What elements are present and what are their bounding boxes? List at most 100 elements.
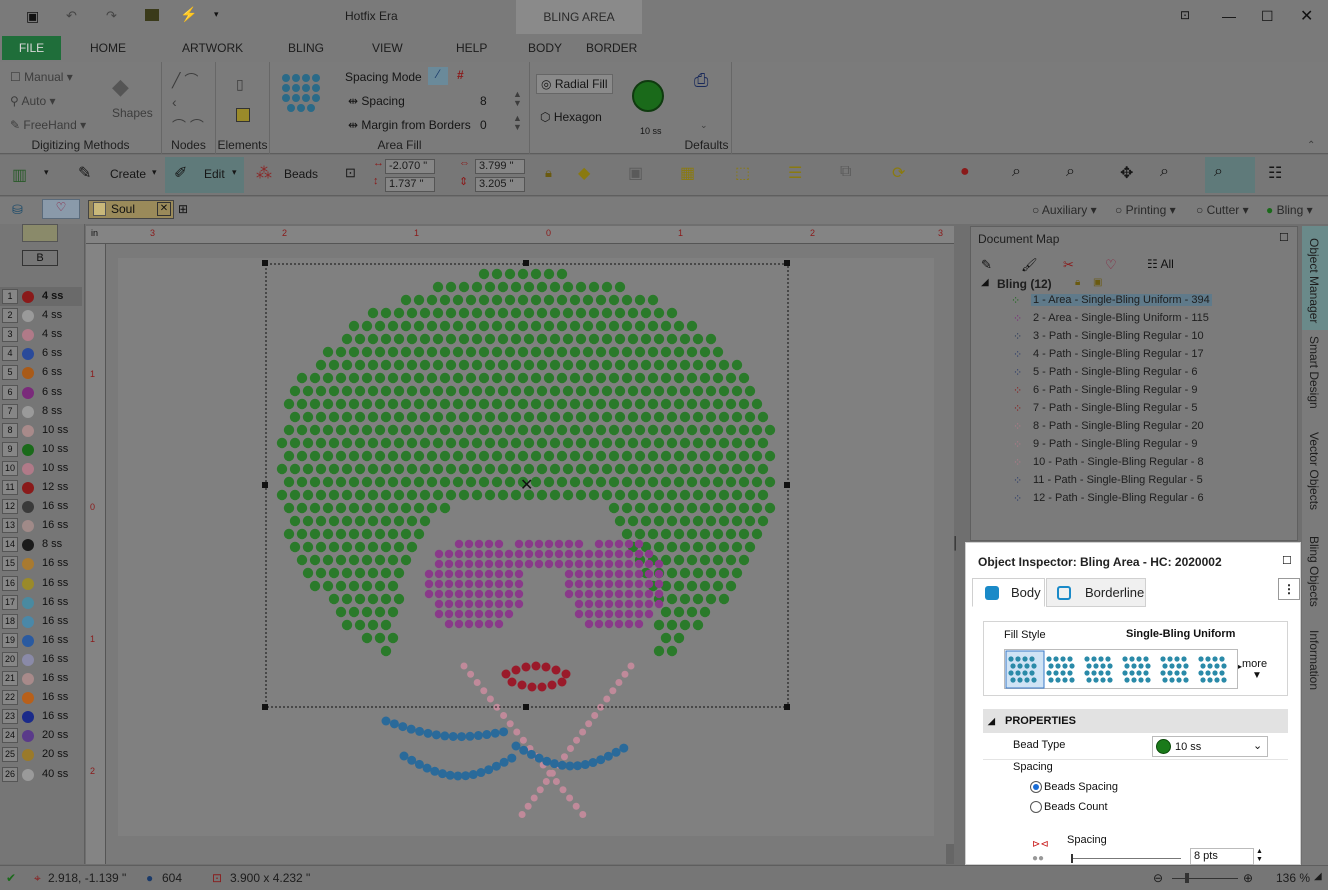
tab-file[interactable]: FILE <box>2 36 61 60</box>
cutter-filter[interactable]: ○ Cutter ▾ <box>1196 203 1249 217</box>
palette-row[interactable]: 12 16 ss <box>0 497 82 516</box>
spacing-mode-line-icon[interactable]: ⁄ <box>428 67 448 85</box>
palette-row[interactable]: 25 20 ss <box>0 745 82 764</box>
filter-all-button[interactable]: ☷ All <box>1147 257 1174 271</box>
document-map-item[interactable]: ⁘ 3 - Path - Single-Bling Regular - 10 <box>1013 330 1204 343</box>
area-fill-beads-icon[interactable] <box>278 70 328 120</box>
document-map-item[interactable]: ⁘ 1 - Area - Single-Bling Uniform - 394 <box>1011 294 1212 307</box>
auto-button[interactable]: ⚲ Auto ▾ <box>10 94 56 108</box>
beads-button[interactable]: Beads <box>284 167 318 181</box>
side-tab-information[interactable]: Information <box>1307 630 1321 690</box>
palette-row[interactable]: 19 16 ss <box>0 631 82 650</box>
defaults-save-icon[interactable]: ⎙ <box>694 70 708 91</box>
layout-dropdown-icon[interactable]: ▾ <box>44 167 49 178</box>
palette-row[interactable]: 11 12 ss <box>0 478 82 497</box>
shapes-button[interactable]: Shapes <box>112 106 153 120</box>
bling-group-label[interactable]: Bling (12) <box>997 277 1052 291</box>
bead-color-icon[interactable] <box>632 80 664 112</box>
palette-row[interactable]: 7 8 ss <box>0 402 82 421</box>
document-map-item[interactable]: ⁘ 12 - Path - Single-Bling Regular - 6 <box>1013 492 1204 505</box>
group-visible-icon[interactable]: ▣ <box>1093 277 1102 288</box>
design-drawing[interactable]: ✕ <box>86 226 954 864</box>
side-tab-bling-objects[interactable]: Bling Objects <box>1307 536 1321 607</box>
palette-row[interactable]: 14 8 ss <box>0 535 82 554</box>
palette-row[interactable]: 5 6 ss <box>0 363 82 382</box>
document-map-item[interactable]: ⁘ 10 - Path - Single-Bling Regular - 8 <box>1013 456 1204 469</box>
quick-access-menu-icon[interactable]: ▾ <box>214 9 219 20</box>
y-position-input[interactable]: 1.737 " <box>385 177 435 192</box>
inspector-maximize-icon[interactable]: ☐ <box>1282 554 1292 567</box>
close-tab-icon[interactable]: ✕ <box>157 202 171 216</box>
combine-icon[interactable]: ⬚ <box>735 163 750 183</box>
filter-brush-icon[interactable]: 🖌︎ <box>1021 257 1038 273</box>
tab-bling[interactable]: BLING <box>288 41 324 55</box>
arrange-icon[interactable]: ▦ <box>680 163 695 183</box>
new-tab-icon[interactable]: ⊞ <box>178 202 188 216</box>
spacing-slider-thumb[interactable] <box>1071 854 1073 863</box>
zoom-in-icon[interactable]: ⊕ <box>1243 871 1253 885</box>
palette-row[interactable]: 20 16 ss <box>0 650 82 669</box>
rotate-icon[interactable]: ⟳ <box>892 163 905 183</box>
edit-icon[interactable]: ✐ <box>174 163 187 183</box>
close-button[interactable]: ✕ <box>1300 6 1313 26</box>
zoom-out-icon[interactable]: ⊖ <box>1153 871 1163 885</box>
node-corner-icon[interactable]: ‹ <box>172 94 177 110</box>
palette-row[interactable]: 10 10 ss <box>0 459 82 478</box>
lightning-icon[interactable]: ⚡ <box>180 6 197 23</box>
properties-collapse-icon[interactable]: ◢ <box>988 709 995 733</box>
document-map-item[interactable]: ⁘ 5 - Path - Single-Bling Regular - 6 <box>1013 366 1197 379</box>
radial-fill-button[interactable]: ◎ Radial Fill <box>536 74 613 94</box>
save-icon[interactable]: ▣ <box>26 8 39 25</box>
spacing-value[interactable]: 8 <box>480 94 487 108</box>
document-map-item[interactable]: ⁘ 7 - Path - Single-Bling Regular - 5 <box>1013 402 1197 415</box>
canvas-splitter-icon[interactable]: │ <box>952 536 960 550</box>
edit-dropdown-icon[interactable]: ▾ <box>232 167 237 178</box>
zoom-slider[interactable] <box>1172 878 1238 879</box>
align-icon[interactable]: ☰ <box>788 163 802 183</box>
spacing-value-input[interactable]: 8 pts <box>1190 848 1254 865</box>
manual-button[interactable]: ☐ Manual ▾ <box>10 70 73 84</box>
redo-icon[interactable]: ↷ <box>106 8 117 24</box>
hexagon-button[interactable]: ⬡ Hexagon <box>540 110 602 124</box>
palette-row[interactable]: 18 16 ss <box>0 612 82 631</box>
x-position-input[interactable]: -2.070 " <box>385 159 435 174</box>
properties-header[interactable]: ◢ PROPERTIES <box>983 709 1288 733</box>
maximize-button[interactable]: ☐ <box>1261 8 1274 25</box>
document-map-item[interactable]: ⁘ 9 - Path - Single-Bling Regular - 9 <box>1013 438 1197 451</box>
bling-view-icon[interactable]: ♡ <box>42 199 80 219</box>
palette-b-button[interactable]: B <box>22 250 58 266</box>
filter-pen-icon[interactable]: ✎ <box>981 257 992 273</box>
lock-ratio-icon[interactable]: 🔒︎ <box>545 165 552 181</box>
collapse-ribbon-icon[interactable]: ⌃ <box>1307 140 1315 151</box>
palette-row[interactable]: 6 6 ss <box>0 383 82 402</box>
create-dropdown-icon[interactable]: ▾ <box>152 167 157 178</box>
layers-icon[interactable]: ⛁ <box>12 202 23 218</box>
vertical-scrollbar[interactable] <box>946 844 954 864</box>
zoom-pan-icon[interactable]: ✥ <box>1120 163 1133 183</box>
tab-inspector-borderline[interactable]: Borderline <box>1046 578 1146 607</box>
zoom-icon[interactable]: ⌕ <box>1012 163 1021 181</box>
palette-swatch-icon[interactable] <box>22 224 58 242</box>
printing-filter[interactable]: ○ Printing ▾ <box>1115 203 1176 217</box>
fill-style-options[interactable] <box>1005 650 1239 690</box>
element-frame-icon[interactable]: ▯ <box>236 76 244 93</box>
edit-button[interactable]: Edit <box>204 167 225 181</box>
group-collapse-icon[interactable]: ◢ <box>981 277 989 288</box>
document-map-item[interactable]: ⁘ 11 - Path - Single-Bling Regular - 5 <box>1013 474 1203 487</box>
color-picker-icon[interactable]: ● <box>960 163 970 181</box>
side-tab-smart-design[interactable]: Smart Design <box>1307 336 1321 409</box>
spacing-mode-hash-icon[interactable]: # <box>457 68 464 82</box>
spacing-slider[interactable] <box>1071 858 1181 859</box>
more-styles-icon[interactable]: ▼ <box>1252 670 1262 681</box>
document-map-item[interactable]: ⁘ 6 - Path - Single-Bling Regular - 9 <box>1013 384 1197 397</box>
document-map-item[interactable]: ⁘ 8 - Path - Single-Bling Regular - 20 <box>1013 420 1204 433</box>
layout-icon[interactable]: ▥ <box>12 165 27 185</box>
create-button[interactable]: Create <box>110 167 146 181</box>
height-input[interactable]: 3.205 " <box>475 177 525 192</box>
restore-icon[interactable]: ⊡ <box>1180 8 1190 22</box>
document-tab-soul[interactable]: Soul ✕ <box>88 200 174 219</box>
document-map-item[interactable]: ⁘ 2 - Area - Single-Bling Uniform - 115 <box>1013 312 1209 325</box>
palette-row[interactable]: 8 10 ss <box>0 421 82 440</box>
minimize-button[interactable]: — <box>1222 8 1236 24</box>
node-line-icon[interactable]: ╱ ⌒ <box>172 70 198 90</box>
